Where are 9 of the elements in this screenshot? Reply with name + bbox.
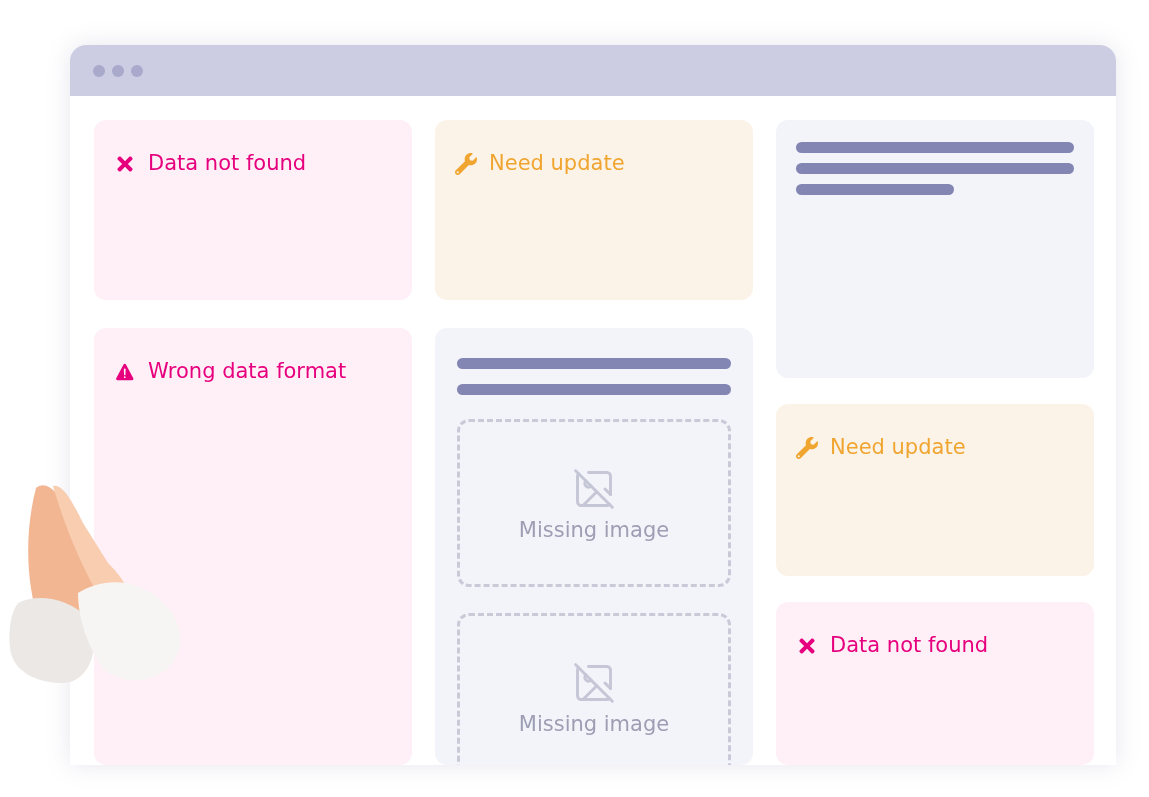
card-title: Need update bbox=[489, 150, 625, 177]
wrench-icon bbox=[796, 436, 818, 459]
placeholder-label: Missing image bbox=[518, 517, 670, 545]
placeholder-label: Missing image bbox=[518, 711, 670, 739]
card-title: Data not found bbox=[148, 150, 307, 177]
card-title: Wrong data format bbox=[148, 358, 347, 385]
card-title: Data not found bbox=[830, 632, 989, 659]
wrench-icon bbox=[455, 152, 477, 175]
card-title: Need update bbox=[830, 434, 966, 461]
